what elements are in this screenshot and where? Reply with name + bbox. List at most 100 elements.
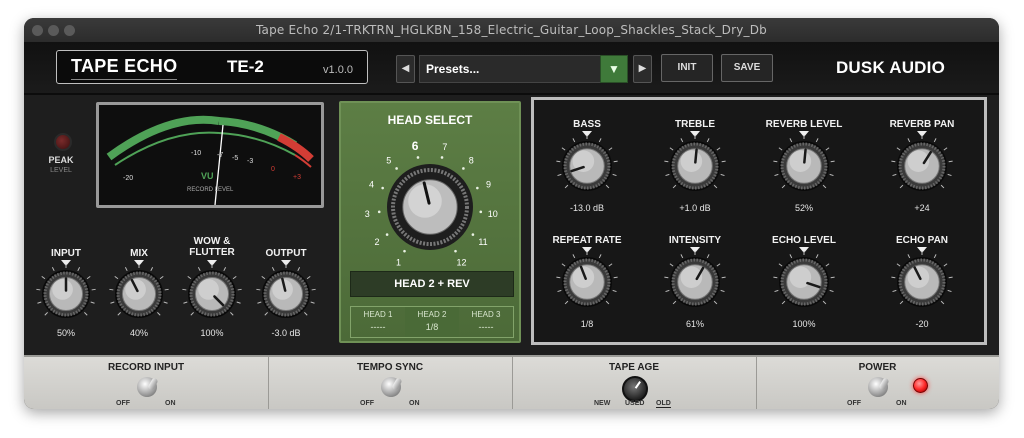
plugin-window: Tape Echo 2/1-TRKTRN_HGLKBN_158_Electric… [24, 18, 999, 409]
intensity-label: INTENSITY [668, 235, 722, 246]
treble-knob[interactable] [661, 132, 729, 200]
preset-selector[interactable]: Presets... [419, 55, 624, 83]
intensity-knob[interactable] [661, 248, 729, 316]
save-button[interactable]: SAVE [721, 54, 773, 82]
head-position-label[interactable]: 12 [456, 258, 466, 268]
echo-pan-label: ECHO PAN [895, 235, 949, 246]
chevron-left-icon: ◀ [401, 63, 410, 74]
head-2-label: HEAD 2 [417, 310, 447, 319]
head-position-label[interactable]: 11 [478, 237, 487, 247]
bass-knob[interactable] [553, 132, 621, 200]
head-position-label[interactable]: 7 [442, 142, 447, 152]
peak-led-icon [54, 133, 72, 151]
mix-knob[interactable] [106, 261, 172, 327]
head-1-value: ----- [370, 322, 386, 332]
tempo-sync-section: TEMPO SYNC OFF ON [268, 357, 513, 409]
head-position-label[interactable]: 1 [396, 258, 401, 268]
bass-label: BASS [573, 119, 601, 130]
tape-age-new-label[interactable]: NEW [594, 400, 610, 407]
head-1-label: HEAD 1 [363, 310, 393, 319]
head-mode-display: HEAD 2 + REV [350, 271, 514, 297]
head-position-label[interactable]: 9 [486, 180, 491, 190]
vu-scale-label: -10 [191, 150, 201, 157]
tape-age-section: TAPE AGE NEW USED OLD [512, 357, 757, 409]
head-position-label[interactable]: 5 [386, 155, 391, 165]
title-bar: Tape Echo 2/1-TRKTRN_HGLKBN_158_Electric… [24, 18, 999, 43]
repeat-rate-label: REPEAT RATE [552, 235, 622, 246]
vu-meter: -20 -10 -7 -5 -3 0 +3 VU RECORD LEVEL [96, 102, 324, 208]
preset-prev-button[interactable]: ◀ [396, 55, 415, 83]
reverb-level-label: REVERB LEVEL [765, 119, 843, 130]
version-label: v1.0.0 [323, 64, 353, 76]
vu-scale-label: -20 [123, 175, 133, 182]
head-position-label[interactable]: 6 [412, 139, 419, 153]
head-3-value: ----- [478, 322, 494, 332]
peak-level-label: LEVEL [50, 167, 72, 174]
head-position-label[interactable]: 2 [374, 237, 379, 247]
record-input-title: RECORD INPUT [107, 362, 185, 373]
vu-scale-label: -3 [247, 158, 253, 165]
reverb-level-knob[interactable] [770, 132, 838, 200]
head-2-cell: HEAD 2 1/8 [405, 307, 459, 337]
reverb-pan-knob[interactable] [888, 132, 956, 200]
power-title: POWER [858, 362, 897, 373]
head-position-label[interactable]: 4 [369, 180, 374, 190]
wow-flutter-knob[interactable] [179, 261, 245, 327]
preset-next-button[interactable]: ▶ [633, 55, 652, 83]
company-logo: DUSK AUDIO [835, 58, 945, 77]
power-section: POWER OFF ON [756, 357, 999, 409]
preset-dropdown-button[interactable]: ▼ [600, 55, 628, 83]
head-position-label[interactable]: 3 [365, 209, 370, 219]
echo-level-label: ECHO LEVEL [772, 235, 836, 246]
vu-scale-label: +3 [293, 174, 301, 181]
vu-scale-label: -7 [217, 152, 223, 159]
power-led-icon [913, 378, 928, 393]
output-knob[interactable] [253, 261, 319, 327]
echo-level-knob[interactable] [770, 248, 838, 316]
head-select-panel: HEAD SELECT 1 2 3 4 5 6 7 8 9 10 11 12 HEAD 2 + REV… [339, 101, 521, 343]
echo-pan-value: -20 [915, 319, 929, 329]
main-panel: PEAK LEVEL -20 -10 -7 -5 -3 0 +3 VU RECO… [24, 95, 999, 355]
preset-label: Presets... [426, 62, 480, 76]
echo-pan-knob[interactable] [888, 248, 956, 316]
echo-level-value: 100% [792, 319, 816, 329]
head-position-label[interactable]: 10 [488, 209, 498, 219]
head-select-dial[interactable]: 123456 789101112 [341, 123, 519, 293]
output-value: -3.0 dB [271, 328, 301, 338]
vu-label: VU [201, 171, 214, 181]
treble-value: +1.0 dB [679, 203, 711, 213]
record-input-section: RECORD INPUT OFF ON [24, 357, 269, 409]
tape-age-old-label[interactable]: OLD [656, 400, 671, 408]
intensity-value: 61% [685, 319, 704, 329]
vu-scale-label: 0 [271, 166, 275, 173]
head-2-value: 1/8 [425, 322, 439, 332]
record-input-on-label: ON [165, 400, 176, 407]
input-knob[interactable] [33, 261, 99, 327]
reverb-level-value: 52% [794, 203, 813, 213]
reverb-pan-value: +24 [914, 203, 930, 213]
power-off-label: OFF [847, 400, 861, 407]
vu-meter-face: -20 -10 -7 -5 -3 0 +3 VU RECORD LEVEL [99, 105, 321, 206]
power-on-label: ON [896, 400, 907, 407]
repeat-rate-knob[interactable] [553, 248, 621, 316]
repeat-rate-value: 1/8 [580, 319, 594, 329]
tape-age-used-label[interactable]: USED [625, 400, 644, 407]
vu-sub-label: RECORD LEVEL [187, 187, 234, 193]
effects-panel: BASS -13.0 dB TREBLE +1.0 dB REVERB LEVEL 52%… [531, 97, 987, 345]
reverb-pan-label: REVERB PAN [889, 119, 955, 130]
tempo-sync-on-label: ON [409, 400, 420, 407]
vu-scale-label: -5 [232, 155, 238, 162]
bottom-bar: RECORD INPUT OFF ON TEMPO SYNC OFF ON TA… [24, 355, 999, 409]
bass-value: -13.0 dB [569, 203, 605, 213]
tape-age-knob[interactable] [622, 376, 648, 402]
chevron-right-icon: ▶ [638, 63, 647, 74]
brand-name: TAPE ECHO [71, 56, 178, 80]
head-position-label[interactable]: 8 [469, 155, 474, 165]
tempo-sync-off-label: OFF [360, 400, 374, 407]
head-1-cell: HEAD 1 ----- [351, 307, 405, 337]
vu-meter-scale: -20 -10 -7 -5 -3 0 +3 VU RECORD LEVEL [106, 115, 314, 206]
head-3-cell: HEAD 3 ----- [459, 307, 513, 337]
tempo-sync-title: TEMPO SYNC [356, 362, 424, 373]
init-button[interactable]: INIT [661, 54, 713, 82]
window-title: Tape Echo 2/1-TRKTRN_HGLKBN_158_Electric… [256, 23, 767, 37]
